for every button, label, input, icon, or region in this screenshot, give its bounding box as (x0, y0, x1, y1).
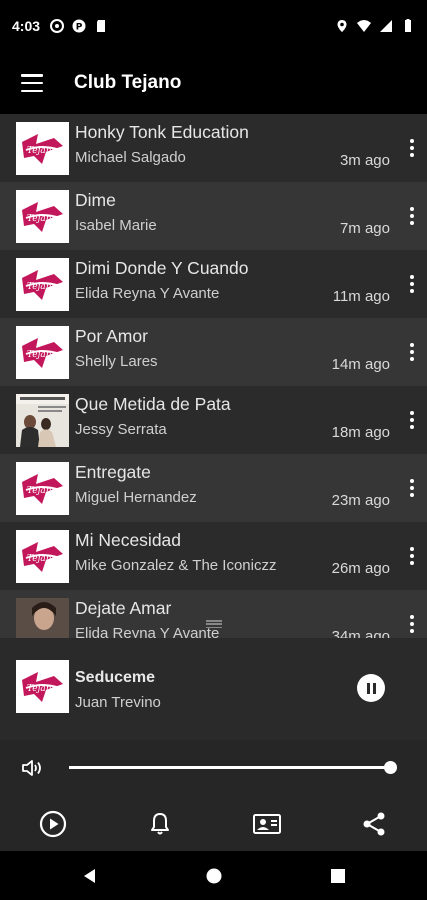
recent-songs-list[interactable]: Tejano Honky Tonk Education Michael Salg… (0, 114, 427, 638)
played-time: 18m ago (331, 424, 390, 441)
svg-text:Tejano: Tejano (27, 282, 58, 292)
alarm-button[interactable] (140, 804, 180, 844)
wifi-icon (357, 20, 371, 32)
more-options-icon[interactable] (410, 615, 414, 633)
song-title: Dejate Amar (75, 598, 172, 618)
song-title: Entregate (75, 462, 151, 482)
played-time: 7m ago (339, 220, 390, 237)
played-time: 23m ago (331, 492, 390, 509)
svg-text:P: P (76, 23, 83, 33)
more-options-icon[interactable] (410, 207, 414, 225)
home-circle-icon (206, 868, 221, 883)
battery-icon (405, 19, 411, 32)
play-circle-icon (40, 810, 67, 837)
volume-fill (69, 766, 390, 769)
more-options-icon[interactable] (410, 139, 414, 157)
now-playing-title: Seduceme (75, 669, 156, 686)
song-row[interactable]: Tejano Dime Isabel Marie 7m ago (0, 182, 427, 250)
song-title: Mi Necesidad (75, 530, 182, 550)
portrait-photo-thumbnail (16, 598, 69, 638)
tejano-logo-thumbnail: Tejano (16, 462, 69, 515)
svg-text:Tejano: Tejano (27, 214, 58, 224)
played-time: 11m ago (332, 288, 390, 305)
tejano-logo-thumbnail: Tejano (16, 326, 69, 379)
media-status-icon (50, 19, 65, 33)
played-time: 3m ago (339, 152, 390, 169)
tejano-logo-thumbnail: Tejano (16, 530, 69, 583)
recents-square-icon (330, 868, 345, 883)
contact-button[interactable] (247, 804, 287, 844)
now-playing-panel[interactable]: Tejano Seduceme Juan Trevino (0, 638, 427, 740)
app-title: Club Tejano (74, 72, 182, 93)
pause-button[interactable] (357, 674, 385, 702)
status-time: 4:03 (12, 18, 41, 34)
more-options-icon[interactable] (410, 411, 414, 429)
status-bar: 4:03 P (0, 0, 427, 52)
recents-button[interactable] (276, 851, 400, 900)
signal-icon (380, 20, 392, 32)
more-options-icon[interactable] (410, 479, 414, 497)
song-row[interactable]: Dejate Amar Elida Reyna Y Avante 34m ago (0, 590, 427, 638)
bell-icon (151, 812, 170, 834)
app-notification-icon: P (72, 19, 86, 33)
song-row[interactable]: Tejano Por Amor Shelly Lares 14m ago (0, 318, 427, 386)
svg-text:Tejano: Tejano (27, 486, 58, 496)
album-photo-thumbnail (16, 394, 69, 447)
tejano-logo-thumbnail: Tejano (16, 190, 69, 243)
bottom-toolbar (0, 796, 427, 851)
more-options-icon[interactable] (410, 547, 414, 565)
sd-card-icon (97, 20, 106, 32)
now-playing-thumbnail: Tejano (16, 660, 69, 713)
song-title: Honky Tonk Education (75, 122, 249, 142)
song-title: Por Amor (75, 326, 148, 346)
share-button[interactable] (354, 804, 394, 844)
tejano-logo-thumbnail: Tejano (16, 258, 69, 311)
song-row[interactable]: Que Metida de Pata Jessy Serrata 18m ago (0, 386, 427, 454)
song-title: Dimi Donde Y Cuando (75, 258, 249, 278)
svg-text:Tejano: Tejano (27, 146, 58, 156)
svg-text:Tejano: Tejano (27, 554, 58, 564)
share-icon (363, 812, 385, 835)
more-options-icon[interactable] (410, 343, 414, 361)
drag-handle-icon[interactable] (206, 620, 222, 628)
volume-slider-thumb[interactable] (383, 761, 397, 774)
svg-text:Tejano: Tejano (27, 684, 58, 694)
back-triangle-icon (83, 868, 95, 883)
home-button[interactable] (152, 851, 276, 900)
pause-icon (366, 682, 370, 694)
svg-text:Tejano: Tejano (27, 350, 58, 360)
song-row[interactable]: Tejano Entregate Miguel Hernandez 23m ag… (0, 454, 427, 522)
menu-button[interactable] (0, 52, 64, 114)
volume-slider[interactable] (69, 761, 397, 774)
now-playing-artist: Juan Trevino (75, 694, 161, 711)
back-button[interactable] (28, 851, 152, 900)
song-title: Dime (75, 190, 116, 210)
song-title: Que Metida de Pata (75, 394, 231, 414)
system-navigation-bar (0, 851, 427, 900)
contact-card-icon (252, 813, 281, 834)
play-button[interactable] (33, 804, 73, 844)
played-time: 26m ago (331, 560, 390, 577)
song-row[interactable]: Tejano Dimi Donde Y Cuando Elida Reyna Y… (0, 250, 427, 318)
hamburger-icon (21, 74, 43, 92)
song-row[interactable]: Tejano Honky Tonk Education Michael Salg… (0, 114, 427, 182)
more-options-icon[interactable] (410, 275, 414, 293)
song-row[interactable]: Tejano Mi Necesidad Mike Gonzalez & The … (0, 522, 427, 590)
tejano-logo-thumbnail: Tejano (16, 122, 69, 175)
volume-bar (0, 740, 427, 796)
played-time: 14m ago (331, 356, 390, 373)
location-icon (337, 20, 347, 32)
volume-icon[interactable] (20, 756, 44, 780)
played-time: 34m ago (331, 628, 390, 638)
app-bar: Club Tejano (0, 52, 427, 114)
